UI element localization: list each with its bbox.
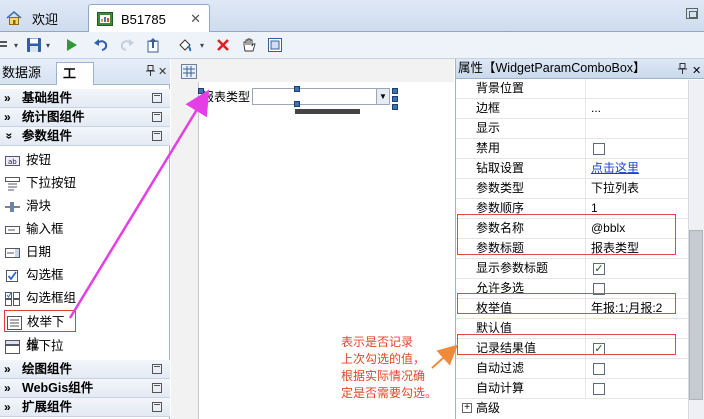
annotation-line: 根据实际情况确	[341, 369, 426, 383]
annotation-line: 定是否需要勾选。	[341, 386, 438, 400]
annotation-line: 上次勾选的值，	[341, 352, 426, 366]
annotation-line: 表示是否记录	[341, 335, 414, 349]
annotation-note: 表示是否记录 上次勾选的值， 根据实际情况确 定是否需要勾选。	[341, 334, 437, 402]
